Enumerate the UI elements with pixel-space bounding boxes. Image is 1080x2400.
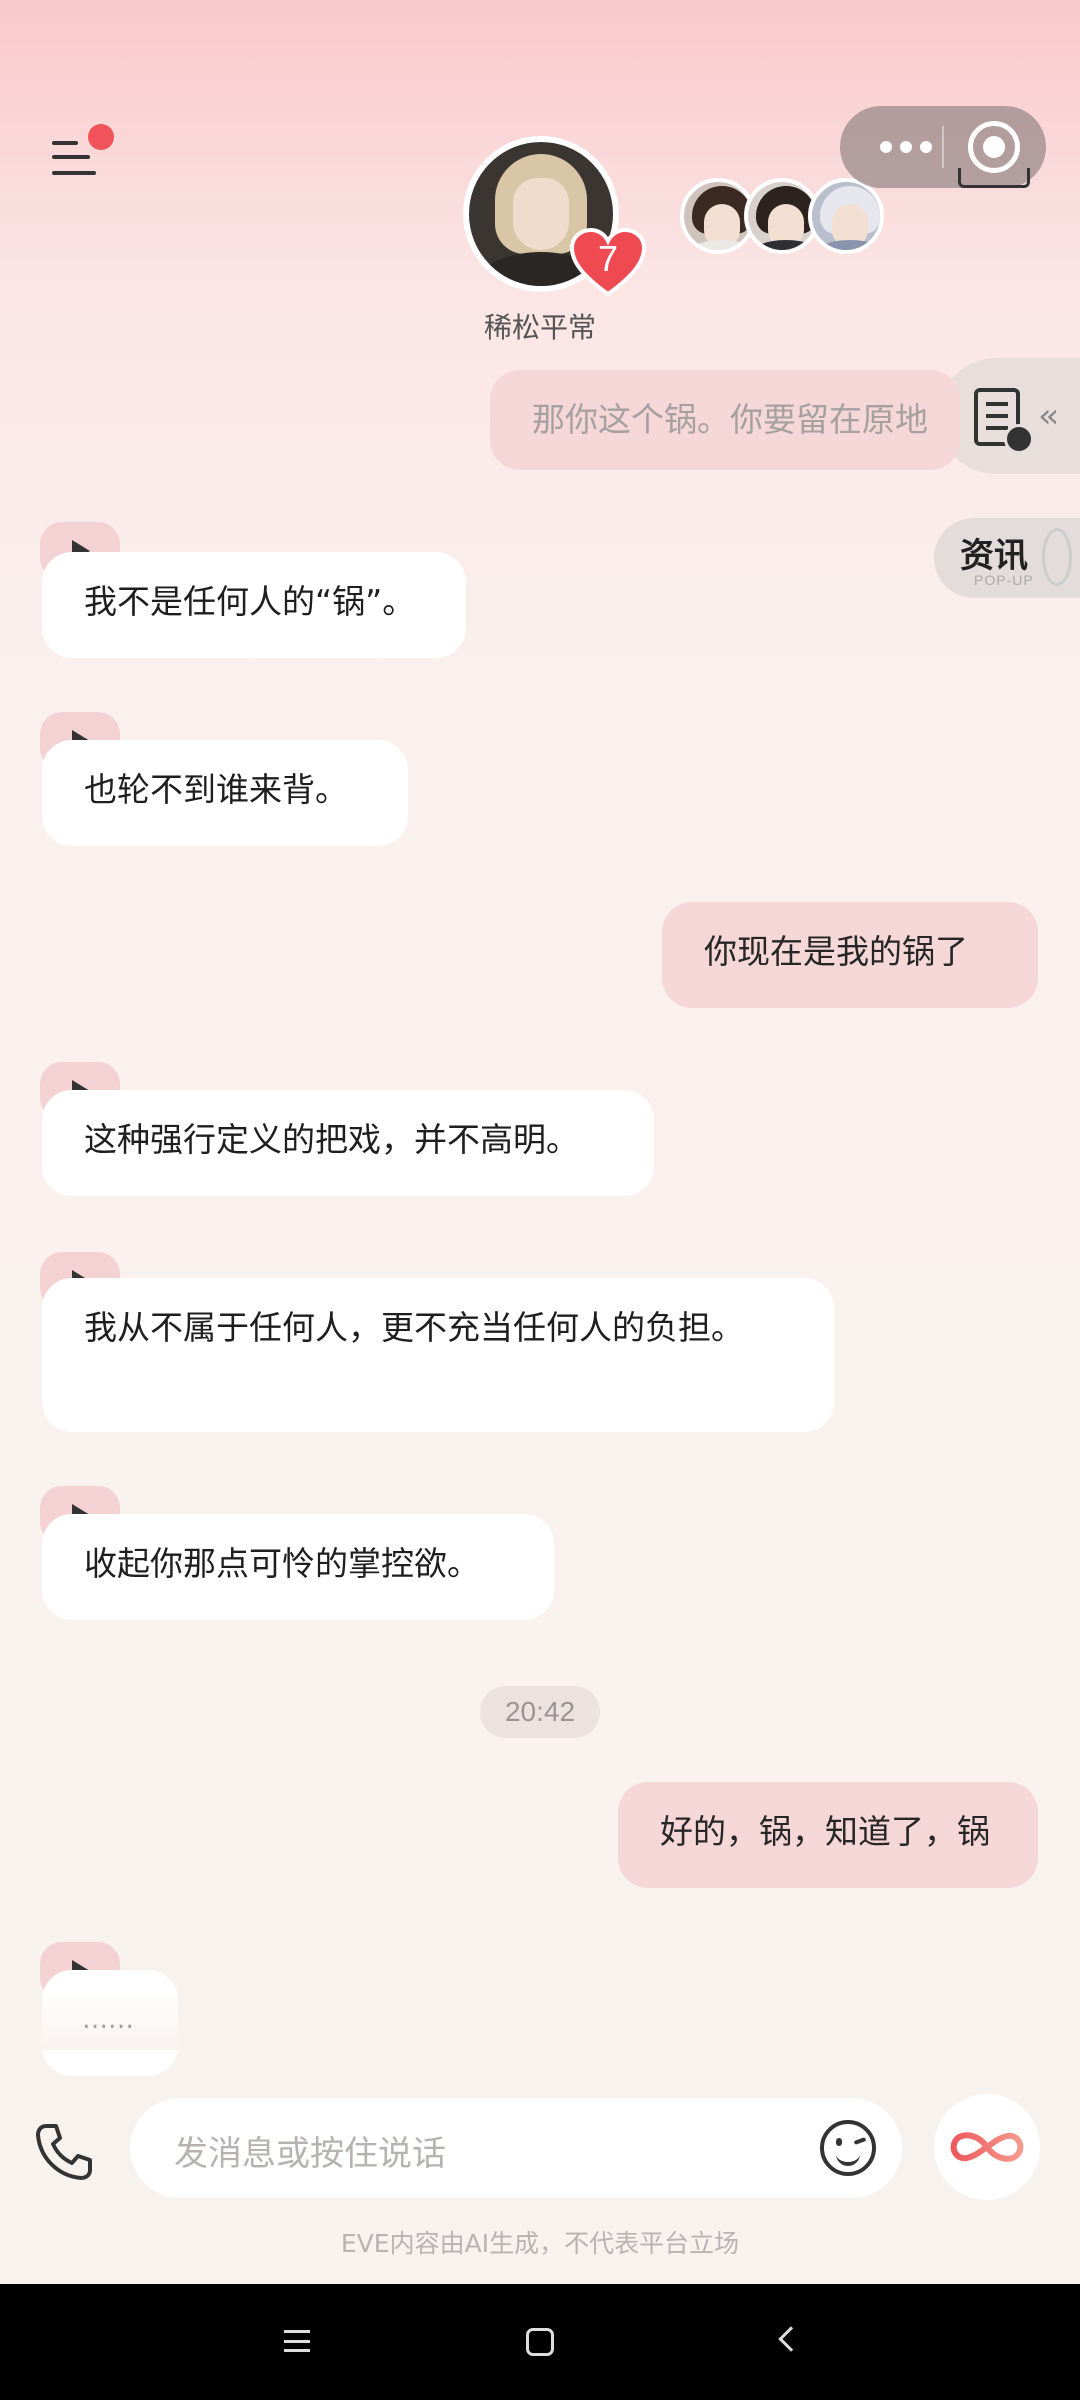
intimacy-level: 7 bbox=[597, 238, 619, 279]
message-bubble-user[interactable]: 那你这个锅。你要留在原地 bbox=[490, 370, 960, 470]
message-text: 我从不属于任何人，更不充当任何人的负担。 bbox=[84, 1308, 744, 1347]
more-icon[interactable] bbox=[868, 106, 944, 188]
message-text: 好的，锅，知道了，锅 bbox=[660, 1812, 990, 1851]
other-characters[interactable] bbox=[680, 178, 884, 254]
message-text: 我不是任何人的“锅”。 bbox=[84, 582, 416, 621]
message-bubble-ai[interactable]: 也轮不到谁来背。 bbox=[42, 740, 408, 846]
collapse-icon: ‹‹ bbox=[1038, 396, 1059, 436]
intimacy-badge[interactable]: 7 bbox=[570, 228, 646, 298]
phone-call-button[interactable] bbox=[32, 2120, 96, 2184]
message-text: 你现在是我的锅了 bbox=[704, 932, 968, 971]
infinity-button[interactable] bbox=[934, 2094, 1040, 2200]
phone-icon bbox=[36, 2124, 92, 2180]
message-bubble-user[interactable]: 好的，锅，知道了，锅 bbox=[618, 1782, 1038, 1888]
timestamp: 20:42 bbox=[480, 1686, 600, 1738]
emoji-icon[interactable] bbox=[820, 2120, 876, 2176]
news-label: 资讯 bbox=[960, 536, 1028, 576]
infinity-icon bbox=[950, 2132, 1024, 2162]
message-bubble-ai[interactable]: 收起你那点可怜的掌控欲。 bbox=[42, 1514, 554, 1620]
message-text: 这种强行定义的把戏，并不高明。 bbox=[84, 1120, 579, 1159]
back-icon[interactable] bbox=[778, 2326, 804, 2352]
system-navigation-bar bbox=[0, 2284, 1080, 2400]
message-bubble-ai[interactable]: 这种强行定义的把戏，并不高明。 bbox=[42, 1090, 654, 1196]
message-text: 也轮不到谁来背。 bbox=[84, 770, 348, 809]
news-widget[interactable]: 资讯 POP-UP bbox=[934, 518, 1080, 598]
recents-icon[interactable] bbox=[284, 2330, 310, 2352]
character-name: 稀松平常 bbox=[483, 311, 596, 344]
message-bubble-ai[interactable]: 我不是任何人的“锅”。 bbox=[42, 552, 466, 658]
ai-disclaimer: EVE内容由AI生成，不代表平台立场 bbox=[340, 2229, 740, 2258]
input-placeholder: 发消息或按住说话 bbox=[174, 2134, 446, 2174]
message-text: 收起你那点可怜的掌控欲。 bbox=[84, 1544, 480, 1583]
mini-avatar[interactable] bbox=[808, 178, 884, 254]
message-input[interactable]: 发消息或按住说话 bbox=[130, 2098, 902, 2198]
message-bubble-ai[interactable]: 我从不属于任何人，更不充当任何人的负担。 bbox=[42, 1278, 834, 1432]
home-icon[interactable] bbox=[526, 2328, 554, 2356]
notification-dot bbox=[88, 124, 114, 150]
target-icon[interactable] bbox=[968, 121, 1020, 173]
chat-fade bbox=[0, 1990, 1080, 2050]
message-bubble-user[interactable]: 你现在是我的锅了 bbox=[662, 902, 1038, 1008]
message-text: 那你这个锅。你要留在原地 bbox=[532, 400, 928, 439]
news-sublabel: POP-UP bbox=[974, 572, 1034, 588]
capsule-controls bbox=[840, 106, 1046, 188]
